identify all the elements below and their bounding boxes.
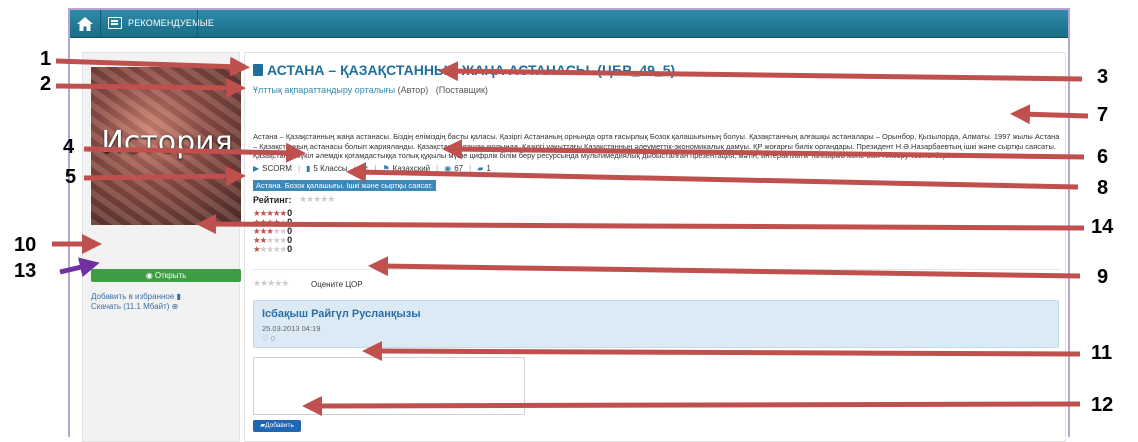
home-icon[interactable] [76, 15, 94, 33]
film-icon [108, 17, 122, 29]
open-button[interactable]: ◉ Открыть [91, 269, 241, 282]
download-link-label: Скачать (11.1 Мбайт) [91, 302, 170, 311]
comment-likes[interactable]: ♡ 0 [262, 334, 275, 343]
sidebar: История ◉ Открыть Добавить в избранное ▮… [82, 52, 241, 442]
annotation-1: 1 [40, 48, 52, 70]
comment-date: 25.03.2013 04:19 [262, 324, 321, 333]
add-button-label: Добавить [265, 422, 294, 429]
bookmark-icon: ▮ [176, 292, 181, 301]
comment-textarea[interactable] [253, 357, 525, 415]
meta-comments: ▰ 1 [477, 164, 491, 173]
flag-icon: ⚑ [382, 163, 390, 173]
meta-divider: | [469, 163, 472, 173]
annotation-13: 13 [14, 260, 37, 282]
resource-meta: ▶ SCORM | ▮ 5 Классы | ↗ | ⚑ Казахский | ◉ 6… [253, 161, 491, 175]
annotation-7: 7 [1097, 104, 1109, 126]
annotation-8: 8 [1097, 177, 1109, 199]
rating-label: Рейтинг: [253, 195, 292, 205]
rate-label: Оцените ЦОР [311, 280, 363, 289]
annotation-9: 9 [1097, 266, 1109, 288]
comment-icon: ▰ [477, 163, 484, 173]
info-circle-icon: ⊕ [171, 302, 179, 311]
format-label: SCORM [262, 163, 292, 173]
meta-divider: | [353, 163, 356, 173]
cover-image: История [91, 67, 241, 225]
meta-divider: | [374, 163, 377, 173]
book-icon [253, 64, 263, 76]
nav-recommended[interactable]: РЕКОМЕНДУЕМЫЕ [128, 18, 214, 28]
resource-panel: АСТАНА – ҚАЗАҚСТАННЫҢ ЖАҢА АСТАНАСЫ. (ЦБ… [244, 52, 1066, 442]
annotation-11: 11 [1091, 342, 1113, 364]
topic-tag[interactable]: Астана. Бозок қалашығы. Ішкі және сыртқы… [253, 180, 436, 191]
resource-description: Астана – Қазақстанның жаңа астанасы. Біз… [253, 132, 1060, 161]
empty-stars-icon: ★★★★ [259, 244, 288, 254]
open-button-label: Открыть [154, 271, 187, 280]
play-icon: ▶ [253, 163, 260, 173]
meta-format: ▶ SCORM [253, 164, 292, 173]
language-label: Казахский [392, 163, 431, 173]
cover-title: История [101, 125, 233, 160]
rate-stars-input[interactable]: ★★★★★ [253, 278, 289, 289]
grade-label: 5 Классы [313, 163, 348, 173]
author-line: Ұлттық ақпараттандыру орталығы (Автор) (… [253, 85, 488, 95]
annotation-6: 6 [1097, 146, 1109, 168]
meta-language: ⚑ Казахский [382, 164, 430, 173]
annotation-2: 2 [40, 73, 52, 95]
annotation-12: 12 [1091, 394, 1114, 416]
annotation-14: 14 [1091, 216, 1114, 238]
external-link-icon[interactable]: ↗ [362, 164, 369, 173]
comment-card: Ісбақыш Райгүл Русланқызы 25.03.2013 04:… [253, 300, 1059, 348]
meta-divider: | [436, 163, 439, 173]
resource-title: АСТАНА – ҚАЗАҚСТАННЫҢ ЖАҢА АСТАНАСЫ. (ЦБ… [267, 62, 676, 78]
heart-icon: ♡ [262, 334, 271, 343]
annotation-3: 3 [1097, 66, 1109, 88]
section-divider [253, 269, 1061, 270]
author-link[interactable]: Ұлттық ақпараттандыру орталығы [253, 85, 395, 95]
annotation-4: 4 [63, 136, 75, 158]
meta-views: ◉ 67 [444, 164, 463, 173]
comments-count: 1 [486, 163, 491, 173]
download-link[interactable]: Скачать (11.1 Мбайт) ⊕ [91, 302, 178, 311]
bar-chart-icon: ▮ [306, 163, 311, 173]
add-comment-button[interactable]: ▰Добавить [253, 420, 301, 432]
meta-grade: ▮ 5 Классы [306, 164, 348, 173]
annotation-5: 5 [65, 166, 77, 188]
meta-divider: | [297, 163, 301, 173]
likes-count: 0 [270, 334, 275, 343]
add-to-favorites-link[interactable]: Добавить в избранное ▮ [91, 292, 181, 301]
page-frame: РЕКОМЕНДУЕМЫЕ История ◉ Открыть Добавить… [68, 8, 1070, 442]
provider-role: (Поставщик) [435, 85, 488, 95]
rating-row: ★★★★★0 [253, 245, 292, 254]
comment-author[interactable]: Ісбақыш Райгүл Русланқызы [262, 308, 421, 320]
top-navbar: РЕКОМЕНДУЕМЫЕ [70, 10, 1068, 38]
annotation-10: 10 [14, 234, 37, 256]
favorite-link-label: Добавить в избранное [91, 292, 175, 301]
views-count: 67 [454, 163, 464, 173]
eye-icon: ◉ [145, 271, 155, 280]
author-role: (Автор) [397, 85, 429, 95]
nav-divider [100, 10, 101, 38]
nav-divider [197, 10, 198, 38]
rating-stars: ★★★★★ [299, 194, 335, 204]
filled-stars-icon: ★ [253, 244, 261, 254]
rating-count: 0 [287, 244, 293, 254]
eye-icon: ◉ [444, 163, 452, 173]
